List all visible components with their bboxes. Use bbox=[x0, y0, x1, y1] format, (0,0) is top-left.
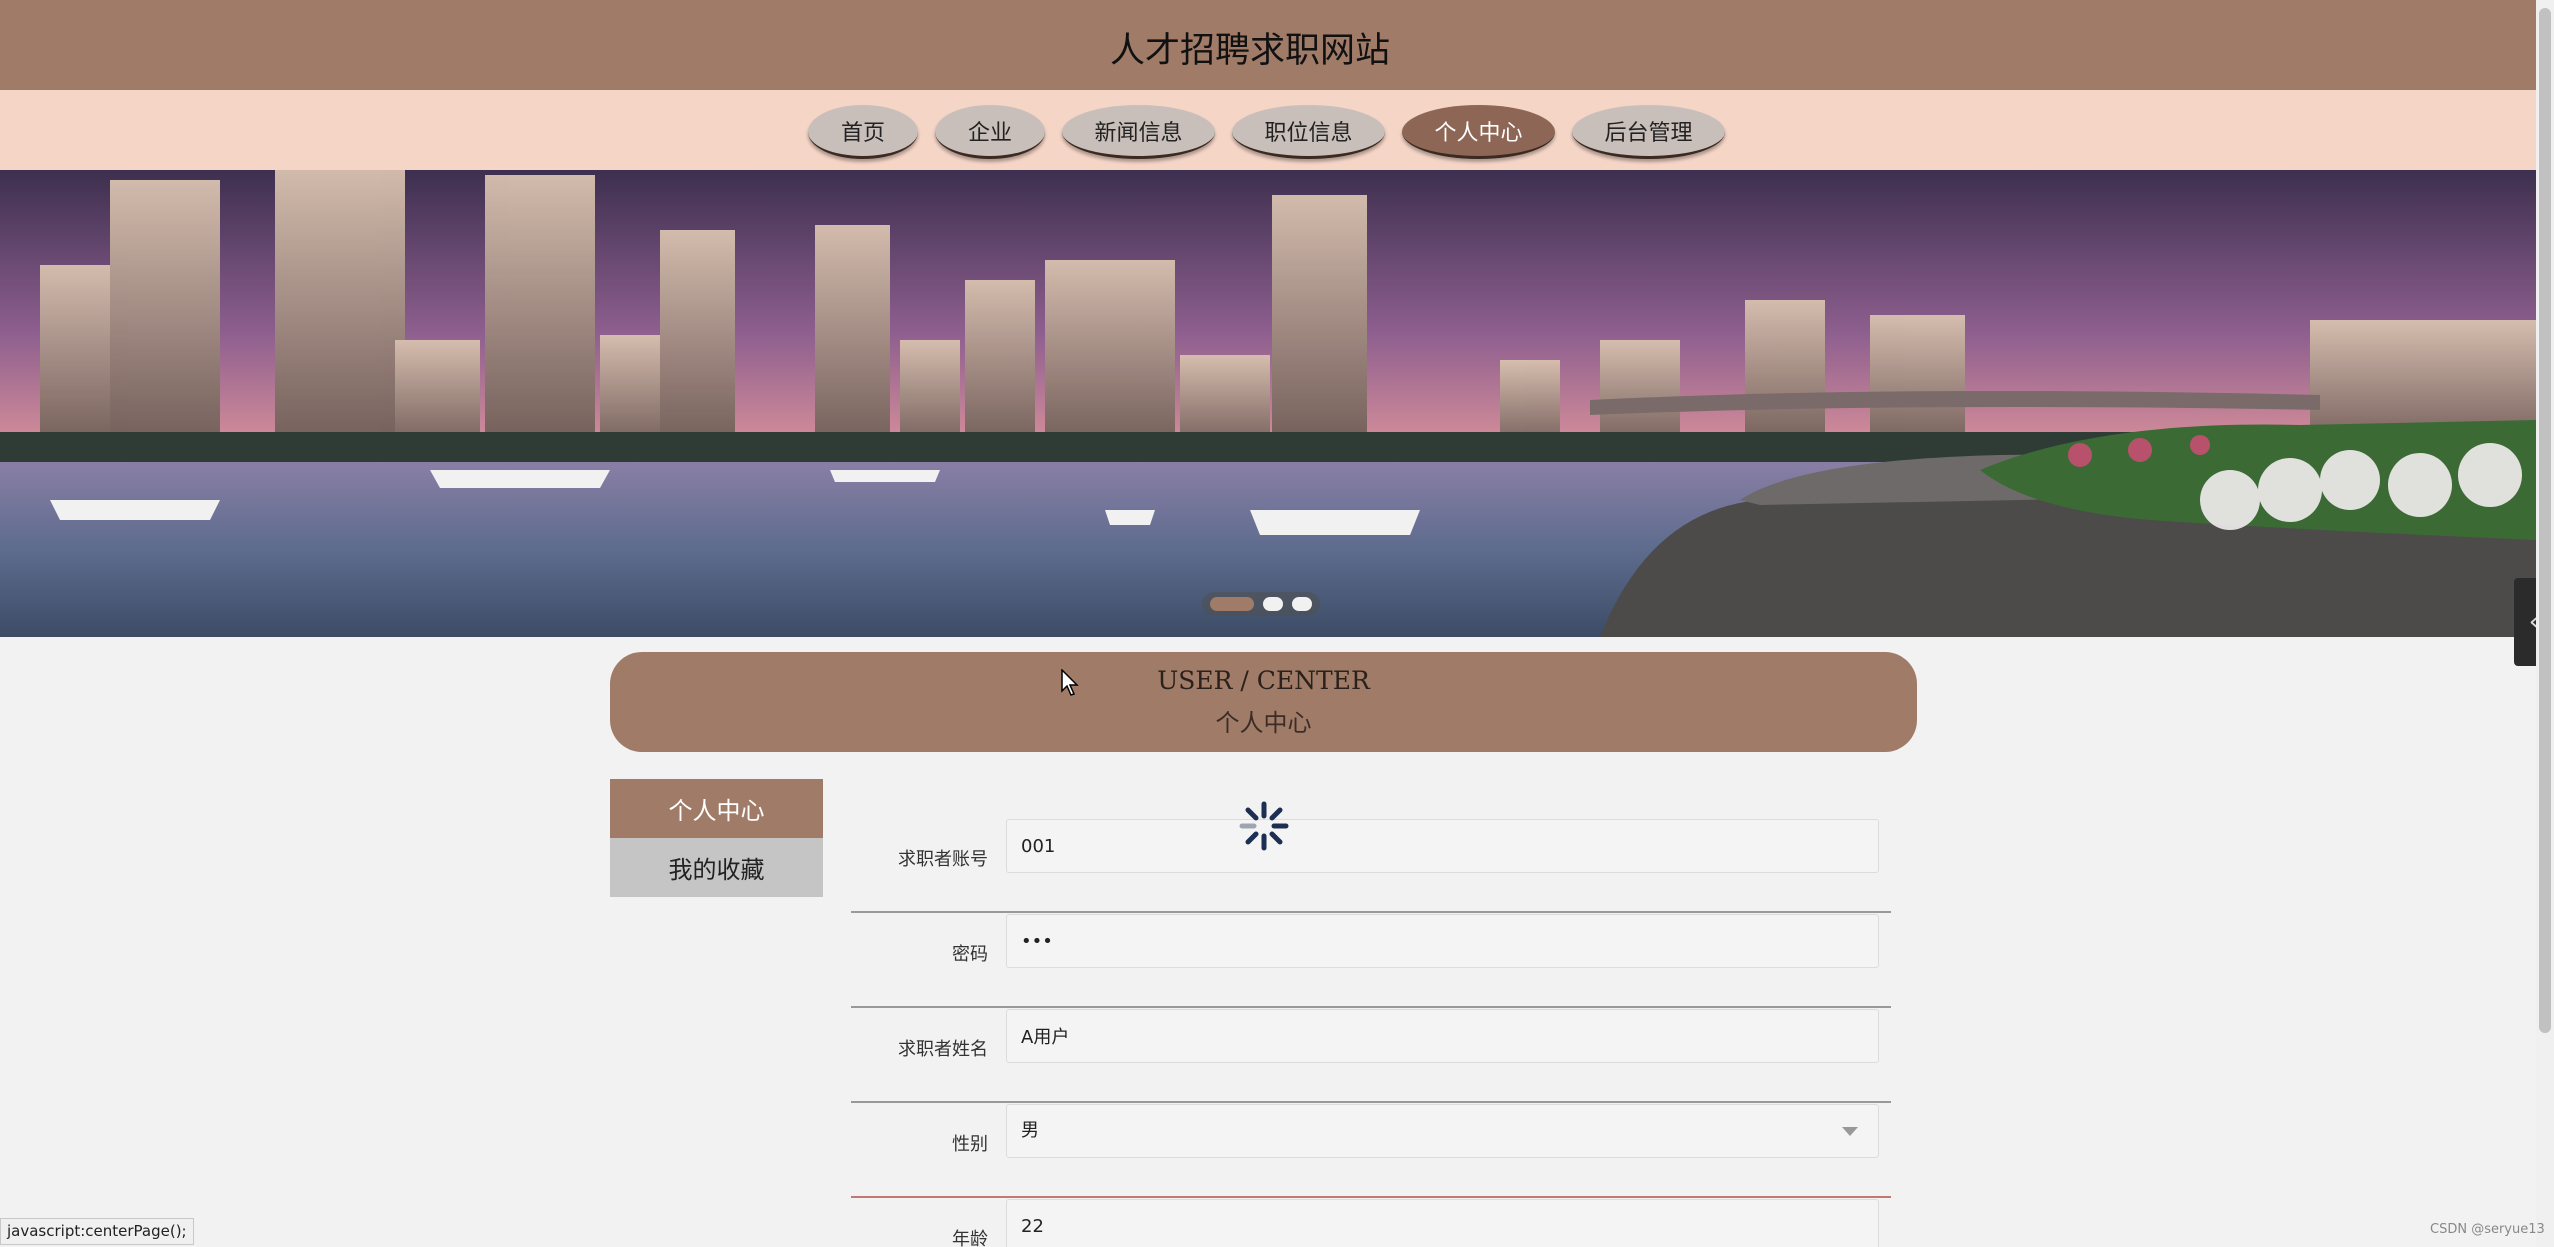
vertical-scrollbar[interactable] bbox=[2536, 0, 2554, 1247]
carousel-dot-1[interactable] bbox=[1210, 597, 1254, 611]
account-input[interactable] bbox=[1006, 819, 1879, 873]
form-row-password: 密码 bbox=[851, 913, 1891, 1008]
nav-item-home[interactable]: 首页 bbox=[808, 105, 918, 159]
site-header: 人才招聘求职网站 bbox=[0, 0, 2536, 90]
loading-spinner-icon bbox=[1239, 801, 1289, 851]
form-row-account: 求职者账号 bbox=[851, 818, 1891, 913]
nav-item-jobs[interactable]: 职位信息 bbox=[1232, 105, 1385, 159]
nav-item-company[interactable]: 企业 bbox=[935, 105, 1045, 159]
main-nav: 首页 企业 新闻信息 职位信息 个人中心 后台管理 bbox=[0, 90, 2536, 170]
side-item-personal-center[interactable]: 个人中心 bbox=[610, 779, 823, 838]
age-input[interactable] bbox=[1006, 1199, 1879, 1247]
nav-item-news[interactable]: 新闻信息 bbox=[1062, 105, 1215, 159]
form-row-gender: 性别 男 bbox=[851, 1103, 1891, 1198]
profile-form: 求职者账号 密码 求职者姓名 性别 男 年龄 bbox=[851, 818, 1891, 1247]
name-label: 求职者姓名 bbox=[898, 1039, 988, 1060]
password-input[interactable] bbox=[1006, 914, 1879, 968]
age-label: 年龄 bbox=[952, 1229, 988, 1247]
form-row-age: 年龄 bbox=[851, 1198, 1891, 1247]
status-bar-link: javascript:centerPage(); bbox=[0, 1218, 194, 1245]
page-viewport: 人才招聘求职网站 首页 企业 新闻信息 职位信息 个人中心 后台管理 USER … bbox=[0, 0, 2536, 1247]
side-menu: 个人中心 我的收藏 bbox=[610, 779, 823, 897]
chevron-down-icon bbox=[1842, 1127, 1858, 1136]
password-label: 密码 bbox=[952, 944, 988, 965]
watermark: CSDN @seryue13 bbox=[2430, 1222, 2545, 1237]
section-heading: USER / CENTER 个人中心 bbox=[610, 652, 1917, 752]
banner-image bbox=[0, 170, 2536, 637]
section-title-en: USER / CENTER bbox=[1157, 666, 1370, 695]
name-input[interactable] bbox=[1006, 1009, 1879, 1063]
form-row-name: 求职者姓名 bbox=[851, 1008, 1891, 1103]
account-label: 求职者账号 bbox=[898, 849, 988, 870]
nav-item-personal-center[interactable]: 个人中心 bbox=[1402, 105, 1555, 159]
side-item-favorites[interactable]: 我的收藏 bbox=[610, 838, 823, 897]
gender-select[interactable]: 男 bbox=[1006, 1104, 1879, 1158]
site-title: 人才招聘求职网站 bbox=[1109, 31, 1390, 71]
scrollbar-thumb[interactable] bbox=[2539, 8, 2551, 1033]
gender-value: 男 bbox=[1021, 1120, 1039, 1141]
nav-item-admin[interactable]: 后台管理 bbox=[1572, 105, 1725, 159]
carousel-dots bbox=[1202, 592, 1320, 616]
gender-label: 性别 bbox=[952, 1134, 988, 1155]
mouse-cursor-icon bbox=[1061, 669, 1079, 696]
section-title-cn: 个人中心 bbox=[1215, 709, 1312, 737]
carousel-dot-3[interactable] bbox=[1292, 597, 1312, 611]
carousel-dot-2[interactable] bbox=[1263, 597, 1283, 611]
banner-carousel[interactable] bbox=[0, 170, 2536, 637]
